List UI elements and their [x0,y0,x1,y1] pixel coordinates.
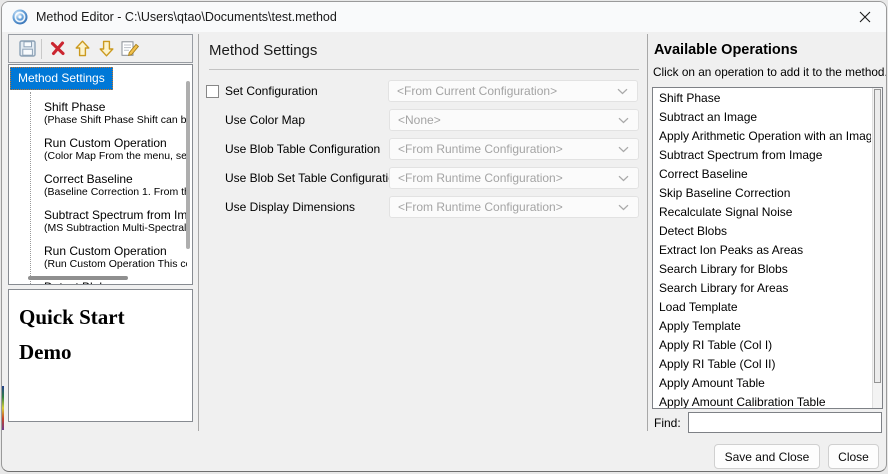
settings-panel-title: Method Settings [209,42,318,59]
edit-icon [121,41,139,57]
operation-item[interactable]: Apply Template [653,317,871,336]
move-down-button[interactable] [94,37,118,61]
tree-horizontal-scrollbar[interactable] [28,276,128,280]
preview-text-line: Quick Start [19,305,125,329]
form-row-color-map: Use Color Map <None> [206,109,640,131]
tree-vertical-scrollbar[interactable] [186,81,190,249]
middle-right-divider [647,34,648,431]
available-operations-title: Available Operations [654,42,798,58]
display-dimensions-dropdown[interactable]: <From Runtime Configuration> [389,196,639,218]
form-row-set-configuration: Set Configuration <From Current Configur… [206,80,640,102]
close-icon [859,11,871,23]
method-editor-window: Method Editor - C:\Users\qtao\Documents\… [1,1,887,472]
method-steps-tree: Method Settings Shift Phase (Phase Shift… [8,64,193,285]
close-window-button[interactable] [848,2,882,32]
operation-item[interactable]: Recalculate Signal Noise [653,203,871,222]
left-middle-divider [198,34,199,431]
tree-items: Shift Phase (Phase Shift Phase Shift can… [9,95,187,284]
operation-item[interactable]: Apply Amount Table [653,374,871,393]
operation-item[interactable]: Skip Baseline Correction [653,184,871,203]
tree-node-step[interactable]: Subtract Spectrum from Image (MS Subtrac… [44,208,187,235]
operation-item[interactable]: Apply Amount Calibration Table [653,393,871,408]
method-toolbar [8,34,193,63]
chevron-down-icon [618,117,629,123]
toolbar-separator [41,38,42,59]
close-button[interactable]: Close [828,444,879,469]
save-and-close-button[interactable]: Save and Close [714,444,820,469]
operation-item[interactable]: Subtract an Image [653,108,871,127]
tree-node-method-settings[interactable]: Method Settings [10,67,113,90]
method-preview-panel: Quick Start Demo [8,289,193,422]
field-label: Use Display Dimensions [225,200,356,214]
form-row-blob-set-table: Use Blob Set Table Configuration <From R… [206,167,640,189]
set-configuration-dropdown[interactable]: <From Current Configuration> [388,80,638,102]
chevron-down-icon [618,204,629,210]
tree-node-step[interactable]: Run Custom Operation (Color Map From the… [44,136,187,163]
chevron-down-icon [618,146,629,152]
preview-text-line: Demo [19,340,72,364]
field-label: Use Color Map [225,113,306,127]
operation-item[interactable]: Extract Ion Peaks as Areas [653,241,871,260]
save-button[interactable] [15,37,39,61]
operation-item[interactable]: Search Library for Areas [653,279,871,298]
arrow-down-icon [99,40,113,57]
available-operations-caption: Click on an operation to add it to the m… [653,65,887,79]
operation-item[interactable]: Apply RI Table (Col I) [653,336,871,355]
settings-form: Set Configuration <From Current Configur… [206,80,640,225]
save-icon [18,40,36,57]
operation-item[interactable]: Detect Blobs [653,222,871,241]
operation-item[interactable]: Shift Phase [653,89,871,108]
operation-item[interactable]: Apply Arithmetic Operation with an Image [653,127,871,146]
operations-scrollbar-thumb[interactable] [874,89,881,384]
title-bar: Method Editor - C:\Users\qtao\Documents\… [2,2,886,32]
move-up-button[interactable] [70,37,94,61]
operations-items: Shift Phase Subtract an Image Apply Arit… [653,89,871,408]
window-title: Method Editor - C:\Users\qtao\Documents\… [36,10,337,24]
app-icon [12,9,28,25]
blob-table-configuration-dropdown[interactable]: <From Runtime Configuration> [389,138,639,160]
operation-item[interactable]: Apply RI Table (Col II) [653,355,871,374]
set-configuration-checkbox[interactable] [206,84,219,98]
tree-node-step[interactable]: Detect Blobs (Detect Blobs Detect 2D com… [44,280,187,284]
field-label: Set Configuration [225,84,318,98]
operations-listbox: Shift Phase Subtract an Image Apply Arit… [652,87,883,409]
chevron-down-icon [618,175,629,181]
color-map-dropdown[interactable]: <None> [389,109,639,131]
tree-node-step[interactable]: Run Custom Operation (Run Custom Operati… [44,244,187,271]
operation-item[interactable]: Search Library for Blobs [653,260,871,279]
chevron-down-icon [617,88,628,94]
field-label: Use Blob Set Table Configuration [225,171,389,185]
form-row-display-dimensions: Use Display Dimensions <From Runtime Con… [206,196,640,218]
find-label: Find: [654,416,681,430]
field-label: Use Blob Table Configuration [225,142,381,156]
arrow-up-icon [75,40,89,57]
operations-scrollbar[interactable] [872,88,882,408]
background-window-sliver [2,386,4,430]
form-row-blob-table: Use Blob Table Configuration <From Runti… [206,138,640,160]
operation-item[interactable]: Subtract Spectrum from Image [653,146,871,165]
delete-step-button[interactable] [46,37,70,61]
delete-icon [50,41,65,56]
settings-header-rule [209,69,639,70]
find-input[interactable] [688,412,882,433]
tree-node-step[interactable]: Shift Phase (Phase Shift Phase Shift can… [44,100,187,127]
operation-item[interactable]: Correct Baseline [653,165,871,184]
tree-node-step[interactable]: Correct Baseline (Baseline Correction 1.… [44,172,187,199]
edit-step-button[interactable] [118,37,142,61]
blob-set-table-configuration-dropdown[interactable]: <From Runtime Configuration> [389,167,639,189]
operation-item[interactable]: Load Template [653,298,871,317]
